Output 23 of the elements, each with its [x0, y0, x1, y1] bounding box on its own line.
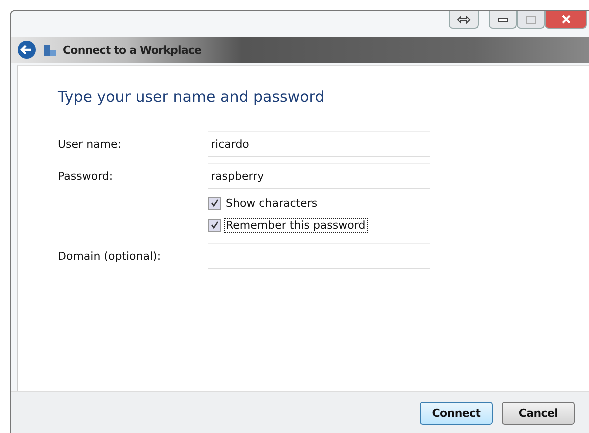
field-label: Domain (optional): [58, 250, 162, 262]
cancel-button[interactable]: Cancel [502, 402, 575, 424]
double-arrow-icon [457, 16, 471, 24]
back-icon[interactable] [17, 40, 37, 60]
network-icon [43, 43, 57, 57]
input-field[interactable]: raspberry [208, 163, 430, 189]
maximize-icon [526, 16, 536, 24]
window-title: Connect to a Workplace [63, 44, 202, 56]
minimize-icon [498, 18, 508, 22]
field-label: Password: [58, 170, 114, 182]
input-field[interactable] [208, 243, 430, 269]
resize-button[interactable] [449, 11, 479, 29]
checkbox[interactable] [208, 218, 221, 232]
connect-button[interactable]: Connect [420, 402, 493, 424]
page-heading: Type your user name and password [58, 88, 326, 106]
checkbox-label[interactable]: Remember this password [224, 218, 368, 232]
checkbox-label[interactable]: Show characters [224, 196, 320, 210]
close-icon [562, 15, 570, 24]
checkbox[interactable] [208, 196, 221, 210]
close-button[interactable] [545, 11, 587, 29]
input-field[interactable]: ricardo [208, 131, 430, 157]
minimize-button[interactable] [489, 11, 517, 29]
field-label: User name: [58, 138, 122, 150]
